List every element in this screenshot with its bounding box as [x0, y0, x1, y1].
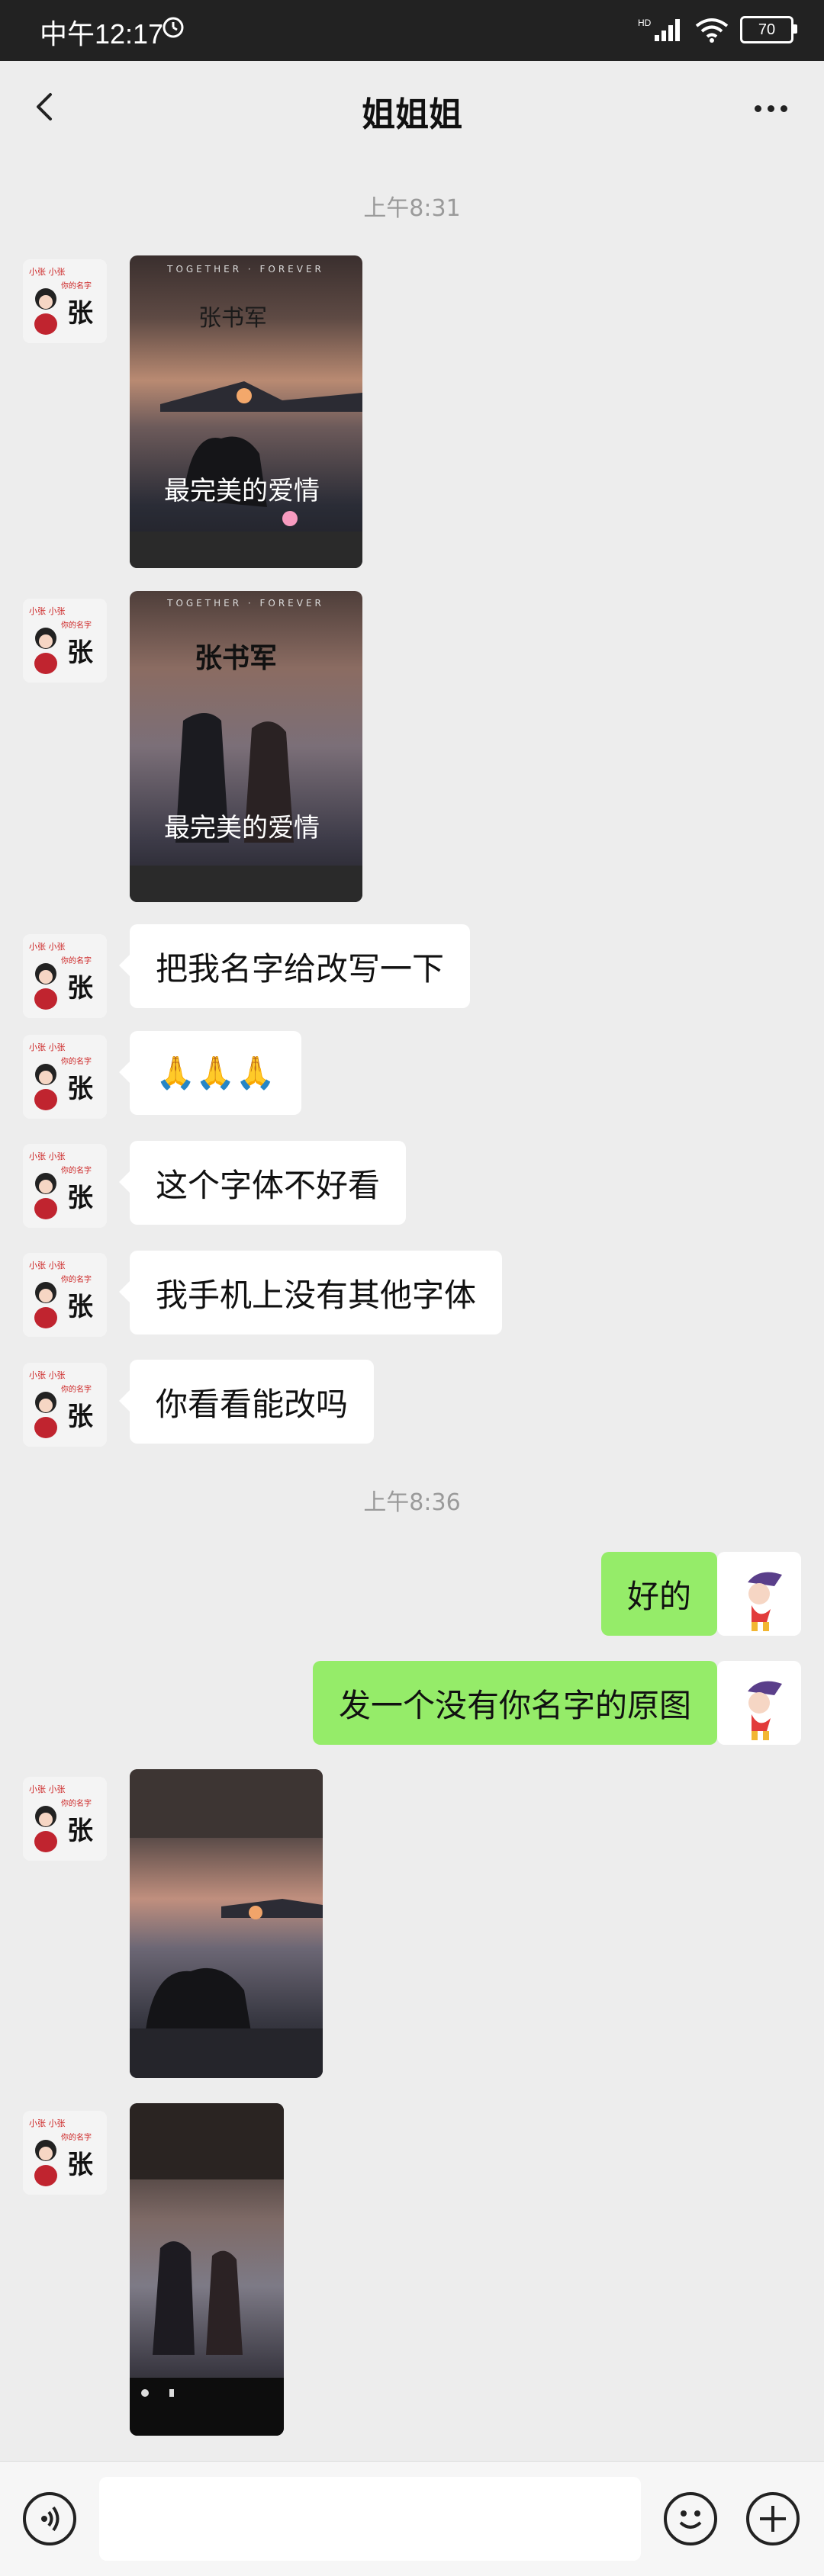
svg-text:张: 张	[67, 1183, 93, 1213]
signal-icon: HD	[638, 18, 680, 41]
contact-avatar[interactable]: 小张 小张 你的名字 张	[23, 1144, 107, 1228]
timestamp: 上午8:36	[363, 1489, 461, 1516]
contact-avatar[interactable]: 小张 小张 你的名字 张	[23, 934, 107, 1018]
my-avatar[interactable]	[717, 1661, 801, 1745]
status-bar: 中午12:17 HD 70	[0, 0, 824, 61]
poster-header-text: TOGETHER · FOREVER	[166, 598, 324, 609]
chat-input-bar	[0, 2461, 824, 2576]
poster-1-name: 张书军	[198, 305, 267, 332]
battery-icon: 70	[740, 16, 797, 43]
svg-text:小张 小张: 小张 小张	[29, 1042, 66, 1052]
svg-text:你的名字: 你的名字	[61, 1056, 92, 1066]
svg-text:小张 小张: 小张 小张	[29, 267, 66, 277]
svg-text:张: 张	[67, 973, 93, 1004]
emoji-button[interactable]	[664, 2492, 717, 2545]
contact-avatar[interactable]: 小张 小张 你的名字 张	[23, 1253, 107, 1337]
svg-text:小张 小张: 小张 小张	[29, 1151, 66, 1161]
svg-text:张: 张	[67, 638, 93, 668]
svg-text:你的名字: 你的名字	[61, 2132, 92, 2142]
svg-text:小张 小张: 小张 小张	[29, 1261, 66, 1270]
contact-avatar-image: 小张 小张 你的名字 张	[23, 1363, 107, 1447]
svg-text:你的名字: 你的名字	[61, 1798, 92, 1808]
alarm-icon	[163, 17, 184, 38]
message-input[interactable]	[99, 2477, 641, 2561]
message-bubble-sent[interactable]: 发一个没有你名字的原图	[312, 1661, 729, 1745]
contact-avatar[interactable]: 小张 小张 你的名字 张	[23, 599, 107, 683]
svg-text:你的名字: 你的名字	[61, 1384, 92, 1394]
contact-avatar-image: 小张 小张 你的名字 张	[23, 1777, 107, 1861]
contact-avatar[interactable]: 小张 小张 你的名字 张	[23, 1777, 107, 1861]
svg-text:小张 小张: 小张 小张	[29, 1370, 66, 1380]
more-options-icon[interactable]	[748, 85, 793, 131]
contact-avatar-image: 小张 小张 你的名字 张	[23, 2111, 107, 2195]
contact-avatar[interactable]: 小张 小张 你的名字 张	[23, 2111, 107, 2195]
emoji-icon	[679, 2510, 702, 2529]
svg-text:张: 张	[67, 1074, 93, 1104]
message-bubble-received[interactable]: 这个字体不好看	[118, 1141, 407, 1225]
poster-2-name: 张书军	[195, 642, 277, 674]
svg-text:你的名字: 你的名字	[61, 620, 92, 630]
status-time: 中午12:17	[40, 18, 164, 50]
message-bubble-received[interactable]: 🙏🙏🙏	[119, 1031, 301, 1115]
svg-text:张: 张	[67, 1402, 93, 1432]
contact-avatar-image: 小张 小张 你的名字 张	[23, 1253, 107, 1337]
my-avatar-image	[717, 1552, 801, 1636]
contact-avatar-image: 小张 小张 你的名字 张	[23, 599, 107, 683]
message-bubble-sent[interactable]: 好的	[600, 1552, 729, 1636]
contact-avatar[interactable]: 小张 小张 你的名字 张	[23, 259, 107, 343]
contact-avatar[interactable]: 小张 小张 你的名字 张	[23, 1035, 107, 1119]
voice-input-button[interactable]	[23, 2492, 76, 2545]
chat-title: 姐姐姐	[362, 95, 462, 134]
battery-level: 70	[758, 21, 776, 38]
message-bubble-received[interactable]: 我手机上没有其他字体	[118, 1251, 503, 1335]
svg-text:你的名字: 你的名字	[61, 1274, 92, 1284]
svg-text:张: 张	[67, 2150, 93, 2180]
signal-label: HD	[638, 18, 652, 28]
svg-text:小张 小张: 小张 小张	[29, 1784, 66, 1794]
timestamp: 上午8:31	[363, 195, 461, 222]
svg-text:小张 小张: 小张 小张	[29, 606, 66, 616]
image-message-photo-1[interactable]	[130, 1769, 323, 2078]
image-message-poster-2[interactable]: TOGETHER · FOREVER 张书军 最完美的爱情	[130, 591, 362, 902]
svg-text:你的名字: 你的名字	[61, 281, 92, 291]
svg-text:张: 张	[67, 298, 93, 329]
svg-text:你的名字: 你的名字	[61, 1165, 92, 1175]
svg-text:张: 张	[67, 1292, 93, 1322]
contact-avatar-image: 小张 小张 你的名字 张	[23, 259, 107, 343]
my-avatar[interactable]	[717, 1552, 801, 1636]
voice-icon	[41, 2506, 60, 2532]
contact-avatar[interactable]: 小张 小张 你的名字 张	[23, 1363, 107, 1447]
svg-text:张: 张	[67, 1816, 93, 1846]
contact-avatar-image: 小张 小张 你的名字 张	[23, 1144, 107, 1228]
my-avatar-image	[717, 1661, 801, 1745]
image-message-poster-1[interactable]: TOGETHER · FOREVER 张书军 最完美的爱情	[130, 255, 362, 568]
svg-text:小张 小张: 小张 小张	[29, 942, 66, 952]
chat-header: 姐姐姐	[0, 61, 824, 156]
contact-avatar-image: 小张 小张 你的名字 张	[23, 934, 107, 1018]
poster-2-script: 最完美的爱情	[164, 813, 320, 843]
message-bubble-received[interactable]: 你看看能改吗	[118, 1360, 375, 1444]
plus-icon	[760, 2506, 786, 2532]
message-bubble-received[interactable]: 把我名字给改写一下	[118, 924, 471, 1008]
svg-text:你的名字: 你的名字	[61, 956, 92, 965]
svg-text:小张 小张: 小张 小张	[29, 2118, 66, 2128]
poster-header-text: TOGETHER · FOREVER	[166, 264, 324, 275]
image-message-photo-2[interactable]	[130, 2103, 284, 2436]
more-functions-button[interactable]	[746, 2492, 800, 2545]
wifi-icon	[695, 18, 729, 43]
contact-avatar-image: 小张 小张 你的名字 张	[23, 1035, 107, 1119]
poster-1-script: 最完美的爱情	[164, 476, 320, 506]
